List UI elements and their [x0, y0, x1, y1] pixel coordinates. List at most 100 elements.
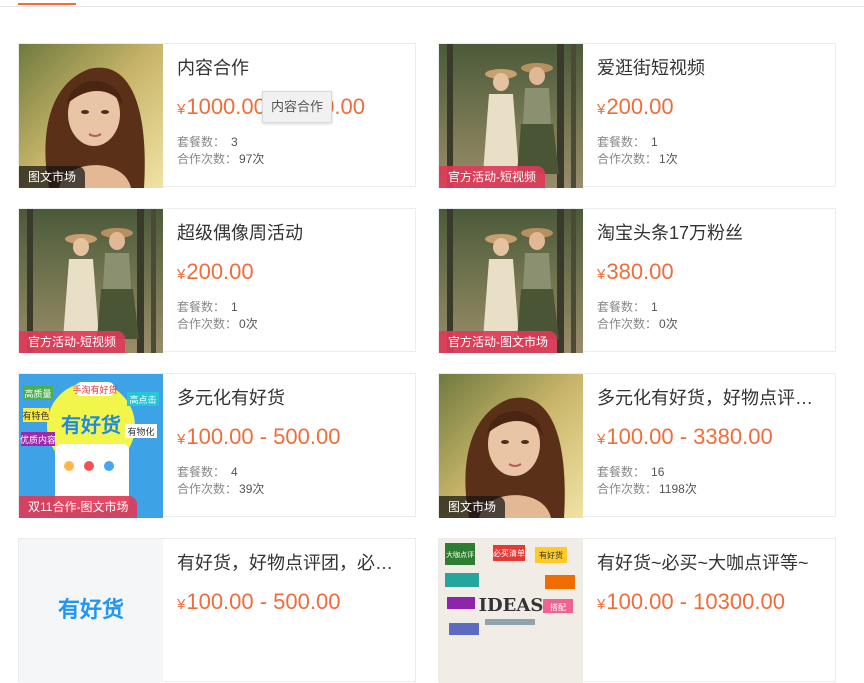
promo-text: 高质量: [24, 388, 51, 399]
card-title[interactable]: 有好货，好物点评团，必买清单: [177, 549, 407, 575]
card-title[interactable]: 淘宝头条17万粉丝: [597, 219, 827, 245]
package-count-value: 3: [231, 135, 238, 149]
ideas-collage-image: 大咖点评 必买清单 有好货 搭配 IDEAS: [439, 539, 583, 683]
package-count: 套餐数： 1: [177, 298, 238, 315]
price-value: 200.00: [606, 94, 674, 119]
package-count: 套餐数： 3: [177, 133, 238, 150]
listing-card[interactable]: 官方活动-短视频 超级偶像周活动 ¥200.00 套餐数： 1 合作次数： 0次: [18, 208, 416, 353]
promo-text: 高点击: [129, 394, 156, 405]
tab-bar: [0, 0, 864, 7]
listing-card[interactable]: 官方活动-短视频 爱逛街短视频 ¥200.00 套餐数： 1 合作次数： 1次: [438, 43, 836, 188]
cooperation-count: 合作次数： 0次: [177, 315, 258, 332]
package-count-label: 套餐数：: [177, 300, 226, 314]
price-value: 380.00: [606, 259, 674, 284]
listing-card[interactable]: 图文市场 多元化有好货，好物点评，必买清单 ¥100.00 - 3380.00 …: [438, 373, 836, 518]
card-title[interactable]: 有好货~必买~大咖点评等~: [597, 549, 827, 575]
category-badge: 双11合作-图文市场: [19, 496, 138, 518]
card-title[interactable]: 超级偶像周活动: [177, 219, 407, 245]
active-tab-indicator: [18, 3, 76, 5]
listing-card[interactable]: 高质量 手淘有好货 优质内容 有好货 有特色 有物化 高点击 双11合作-图文市…: [18, 373, 416, 518]
collage-text: 搭配: [550, 602, 566, 612]
cooperation-count: 合作次数： 0次: [597, 315, 678, 332]
card-price: ¥200.00: [177, 259, 254, 285]
package-count-label: 套餐数：: [597, 135, 646, 149]
cooperation-count-label: 合作次数：: [177, 152, 238, 166]
currency-symbol: ¥: [597, 431, 606, 448]
cooperation-count: 合作次数： 97次: [177, 150, 264, 167]
category-badge: 官方活动-短视频: [439, 166, 545, 188]
card-thumbnail[interactable]: 官方活动-短视频: [19, 209, 163, 353]
price-value: 100.00 - 500.00: [186, 589, 341, 614]
collage-text: 有好货: [539, 550, 563, 560]
package-count: 套餐数： 1: [597, 133, 658, 150]
listing-card[interactable]: 图文市场 内容合作 ¥1000.00 - 5000.00 套餐数：3 合作次数：…: [18, 43, 416, 188]
card-price: ¥100.00 - 500.00: [177, 589, 340, 615]
card-thumbnail[interactable]: 大咖点评 必买清单 有好货 搭配 IDEAS: [439, 539, 583, 683]
card-thumbnail[interactable]: 高质量 手淘有好货 优质内容 有好货 有特色 有物化 高点击 双11合作-图文市…: [19, 374, 163, 518]
currency-symbol: ¥: [177, 596, 186, 613]
youhaohuo-logo-image: 有好货: [19, 539, 163, 683]
currency-symbol: ¥: [597, 101, 606, 118]
card-thumbnail[interactable]: 官方活动-图文市场: [439, 209, 583, 353]
package-count-label: 套餐数：: [597, 300, 646, 314]
cooperation-count: 合作次数： 1198次: [597, 480, 697, 497]
package-count-label: 套餐数：: [177, 135, 226, 149]
price-value: 100.00 - 10300.00: [606, 589, 785, 614]
cooperation-count: 合作次数： 1次: [597, 150, 678, 167]
price-value: 100.00 - 500.00: [186, 424, 341, 449]
cooperation-count-label: 合作次数：: [177, 482, 238, 496]
promo-text: 有特色: [22, 410, 49, 421]
card-price: ¥200.00: [597, 94, 674, 120]
listing-card[interactable]: 有好货 有好货，好物点评团，必买清单 ¥100.00 - 500.00: [18, 538, 416, 683]
category-badge: 官方活动-短视频: [19, 331, 125, 353]
package-count-label: 套餐数：: [177, 465, 226, 479]
card-price: ¥100.00 - 500.00: [177, 424, 340, 450]
cooperation-count-label: 合作次数：: [597, 317, 658, 331]
price-value: 200.00: [186, 259, 254, 284]
card-title[interactable]: 多元化有好货: [177, 384, 407, 410]
package-count: 套餐数： 16: [597, 463, 664, 480]
cooperation-count-label: 合作次数：: [597, 152, 658, 166]
package-count: 套餐数： 1: [597, 298, 658, 315]
title-tooltip: 内容合作: [262, 91, 333, 123]
collage-text: 大咖点评: [446, 550, 474, 559]
currency-symbol: ¥: [597, 266, 606, 283]
cooperation-count-value: 0次: [239, 317, 258, 331]
package-count: 套餐数： 4: [177, 463, 238, 480]
currency-symbol: ¥: [177, 431, 186, 448]
card-title[interactable]: 多元化有好货，好物点评，必买清单: [597, 384, 827, 410]
package-count-value: 16: [651, 465, 665, 479]
listing-card[interactable]: 官方活动-图文市场 淘宝头条17万粉丝 ¥380.00 套餐数： 1 合作次数： 0…: [438, 208, 836, 353]
collage-text: 必买清单: [493, 548, 525, 558]
cooperation-count-value: 0次: [659, 317, 678, 331]
promo-text: 优质内容: [20, 434, 56, 445]
cooperation-count-value: 39次: [239, 482, 265, 496]
card-price: ¥100.00 - 10300.00: [597, 589, 785, 615]
package-count-value: 1: [231, 300, 238, 314]
card-thumbnail[interactable]: 官方活动-短视频: [439, 44, 583, 188]
cooperation-count: 合作次数： 39次: [177, 480, 264, 497]
package-count-label: 套餐数：: [597, 465, 646, 479]
cooperation-count-label: 合作次数：: [597, 482, 658, 496]
price-value: 100.00 - 3380.00: [606, 424, 773, 449]
currency-symbol: ¥: [177, 101, 186, 118]
promo-text: 手淘有好货: [72, 384, 117, 395]
cooperation-count-value: 1198次: [659, 482, 697, 496]
card-title[interactable]: 爱逛街短视频: [597, 54, 827, 80]
card-title[interactable]: 内容合作: [177, 54, 407, 80]
card-thumbnail[interactable]: 图文市场: [439, 374, 583, 518]
logo-text: 有好货: [58, 597, 124, 622]
cooperation-count-value: 97次: [239, 152, 265, 166]
category-badge: 图文市场: [19, 166, 86, 188]
cooperation-count-label: 合作次数：: [177, 317, 238, 331]
cooperation-count-value: 1次: [659, 152, 678, 166]
listing-card[interactable]: 大咖点评 必买清单 有好货 搭配 IDEAS 有好货~必买~大咖点评等~ ¥10…: [438, 538, 836, 683]
category-badge: 官方活动-图文市场: [439, 331, 557, 353]
package-count-value: 1: [651, 300, 658, 314]
collage-ideas-text: IDEAS: [479, 595, 544, 616]
card-thumbnail[interactable]: 有好货: [19, 539, 163, 683]
promo-logo-text: 有好货: [61, 413, 121, 437]
package-count-value: 1: [651, 135, 658, 149]
card-thumbnail[interactable]: 图文市场: [19, 44, 163, 188]
package-count-value: 4: [231, 465, 238, 479]
